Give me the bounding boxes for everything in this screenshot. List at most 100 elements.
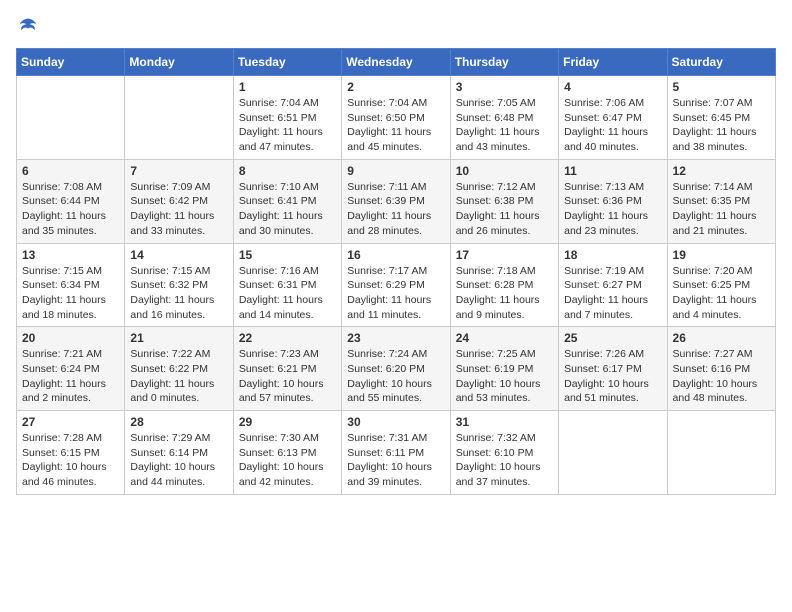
calendar-cell: 23 Sunrise: 7:24 AM Sunset: 6:20 PM Dayli…: [342, 327, 450, 411]
calendar-cell: 1 Sunrise: 7:04 AM Sunset: 6:51 PM Daylig…: [233, 76, 341, 160]
calendar-header-row: SundayMondayTuesdayWednesdayThursdayFrid…: [17, 49, 776, 76]
day-number: 11: [564, 164, 661, 178]
calendar-cell: 15 Sunrise: 7:16 AM Sunset: 6:31 PM Dayli…: [233, 243, 341, 327]
day-info: Sunrise: 7:30 AM Sunset: 6:13 PM Dayligh…: [239, 431, 336, 490]
day-number: 31: [456, 415, 553, 429]
day-info: Sunrise: 7:32 AM Sunset: 6:10 PM Dayligh…: [456, 431, 553, 490]
day-number: 12: [673, 164, 770, 178]
day-info: Sunrise: 7:07 AM Sunset: 6:45 PM Dayligh…: [673, 96, 770, 155]
day-info: Sunrise: 7:24 AM Sunset: 6:20 PM Dayligh…: [347, 347, 444, 406]
day-number: 25: [564, 331, 661, 345]
calendar-cell: 4Sunrise: 7:06 AM Sunset: 6:47 PM Daylig…: [559, 76, 667, 160]
calendar-cell: [17, 76, 125, 160]
day-info: Sunrise: 7:13 AM Sunset: 6:36 PM Dayligh…: [564, 180, 661, 239]
day-number: 16: [347, 248, 444, 262]
day-number: 27: [22, 415, 119, 429]
day-number: 8: [239, 164, 336, 178]
day-number: 5: [673, 80, 770, 94]
day-info: Sunrise: 7:15 AM Sunset: 6:32 PM Dayligh…: [130, 264, 227, 323]
day-info: Sunrise: 7:23 AM Sunset: 6:21 PM Dayligh…: [239, 347, 336, 406]
day-number: 3: [456, 80, 553, 94]
calendar-cell: 24 Sunrise: 7:25 AM Sunset: 6:19 PM Dayli…: [450, 327, 558, 411]
day-number: 7: [130, 164, 227, 178]
calendar-cell: 25 Sunrise: 7:26 AM Sunset: 6:17 PM Dayli…: [559, 327, 667, 411]
day-number: 17: [456, 248, 553, 262]
day-info: Sunrise: 7:18 AM Sunset: 6:28 PM Dayligh…: [456, 264, 553, 323]
page-header: [16, 16, 776, 36]
calendar-cell: 18Sunrise: 7:19 AM Sunset: 6:27 PM Dayli…: [559, 243, 667, 327]
day-info: Sunrise: 7:15 AM Sunset: 6:34 PM Dayligh…: [22, 264, 119, 323]
day-number: 19: [673, 248, 770, 262]
logo: [16, 16, 38, 36]
calendar-cell: 13 Sunrise: 7:15 AM Sunset: 6:34 PM Dayli…: [17, 243, 125, 327]
day-info: Sunrise: 7:04 AM Sunset: 6:51 PM Dayligh…: [239, 96, 336, 155]
day-number: 21: [130, 331, 227, 345]
day-of-week-header: Thursday: [450, 49, 558, 76]
day-of-week-header: Wednesday: [342, 49, 450, 76]
calendar-week-row: 13 Sunrise: 7:15 AM Sunset: 6:34 PM Dayli…: [17, 243, 776, 327]
calendar-cell: 29Sunrise: 7:30 AM Sunset: 6:13 PM Dayli…: [233, 411, 341, 495]
day-number: 23: [347, 331, 444, 345]
calendar-cell: 9Sunrise: 7:11 AM Sunset: 6:39 PM Daylig…: [342, 159, 450, 243]
day-info: Sunrise: 7:14 AM Sunset: 6:35 PM Dayligh…: [673, 180, 770, 239]
day-info: Sunrise: 7:17 AM Sunset: 6:29 PM Dayligh…: [347, 264, 444, 323]
day-info: Sunrise: 7:26 AM Sunset: 6:17 PM Dayligh…: [564, 347, 661, 406]
day-number: 2: [347, 80, 444, 94]
day-info: Sunrise: 7:28 AM Sunset: 6:15 PM Dayligh…: [22, 431, 119, 490]
day-info: Sunrise: 7:10 AM Sunset: 6:41 PM Dayligh…: [239, 180, 336, 239]
day-number: 10: [456, 164, 553, 178]
day-info: Sunrise: 7:09 AM Sunset: 6:42 PM Dayligh…: [130, 180, 227, 239]
calendar-cell: 14 Sunrise: 7:15 AM Sunset: 6:32 PM Dayli…: [125, 243, 233, 327]
day-info: Sunrise: 7:12 AM Sunset: 6:38 PM Dayligh…: [456, 180, 553, 239]
day-of-week-header: Tuesday: [233, 49, 341, 76]
day-info: Sunrise: 7:20 AM Sunset: 6:25 PM Dayligh…: [673, 264, 770, 323]
calendar-cell: 31 Sunrise: 7:32 AM Sunset: 6:10 PM Dayli…: [450, 411, 558, 495]
day-number: 22: [239, 331, 336, 345]
day-of-week-header: Sunday: [17, 49, 125, 76]
day-number: 28: [130, 415, 227, 429]
calendar-cell: [667, 411, 775, 495]
day-info: Sunrise: 7:25 AM Sunset: 6:19 PM Dayligh…: [456, 347, 553, 406]
calendar-cell: 3 Sunrise: 7:05 AM Sunset: 6:48 PM Daylig…: [450, 76, 558, 160]
calendar-cell: 22 Sunrise: 7:23 AM Sunset: 6:21 PM Dayli…: [233, 327, 341, 411]
day-number: 26: [673, 331, 770, 345]
calendar-cell: 7 Sunrise: 7:09 AM Sunset: 6:42 PM Daylig…: [125, 159, 233, 243]
day-info: Sunrise: 7:04 AM Sunset: 6:50 PM Dayligh…: [347, 96, 444, 155]
calendar-cell: 10 Sunrise: 7:12 AM Sunset: 6:38 PM Dayli…: [450, 159, 558, 243]
day-number: 30: [347, 415, 444, 429]
calendar-cell: 16 Sunrise: 7:17 AM Sunset: 6:29 PM Dayli…: [342, 243, 450, 327]
day-info: Sunrise: 7:22 AM Sunset: 6:22 PM Dayligh…: [130, 347, 227, 406]
calendar-cell: 30 Sunrise: 7:31 AM Sunset: 6:11 PM Dayli…: [342, 411, 450, 495]
calendar-cell: 17 Sunrise: 7:18 AM Sunset: 6:28 PM Dayli…: [450, 243, 558, 327]
day-info: Sunrise: 7:21 AM Sunset: 6:24 PM Dayligh…: [22, 347, 119, 406]
calendar-cell: 6 Sunrise: 7:08 AM Sunset: 6:44 PM Daylig…: [17, 159, 125, 243]
calendar-cell: 28Sunrise: 7:29 AM Sunset: 6:14 PM Dayli…: [125, 411, 233, 495]
day-number: 1: [239, 80, 336, 94]
day-number: 18: [564, 248, 661, 262]
calendar-week-row: 6 Sunrise: 7:08 AM Sunset: 6:44 PM Daylig…: [17, 159, 776, 243]
day-info: Sunrise: 7:08 AM Sunset: 6:44 PM Dayligh…: [22, 180, 119, 239]
day-number: 9: [347, 164, 444, 178]
day-info: Sunrise: 7:05 AM Sunset: 6:48 PM Dayligh…: [456, 96, 553, 155]
calendar-week-row: 27 Sunrise: 7:28 AM Sunset: 6:15 PM Dayli…: [17, 411, 776, 495]
day-of-week-header: Monday: [125, 49, 233, 76]
day-number: 13: [22, 248, 119, 262]
calendar-cell: 8 Sunrise: 7:10 AM Sunset: 6:41 PM Daylig…: [233, 159, 341, 243]
day-info: Sunrise: 7:16 AM Sunset: 6:31 PM Dayligh…: [239, 264, 336, 323]
day-number: 14: [130, 248, 227, 262]
calendar-cell: 21 Sunrise: 7:22 AM Sunset: 6:22 PM Dayli…: [125, 327, 233, 411]
calendar-cell: 2 Sunrise: 7:04 AM Sunset: 6:50 PM Daylig…: [342, 76, 450, 160]
calendar-week-row: 20Sunrise: 7:21 AM Sunset: 6:24 PM Dayli…: [17, 327, 776, 411]
day-number: 15: [239, 248, 336, 262]
calendar-cell: 19 Sunrise: 7:20 AM Sunset: 6:25 PM Dayli…: [667, 243, 775, 327]
day-number: 6: [22, 164, 119, 178]
calendar-cell: [125, 76, 233, 160]
calendar-week-row: 1 Sunrise: 7:04 AM Sunset: 6:51 PM Daylig…: [17, 76, 776, 160]
day-info: Sunrise: 7:31 AM Sunset: 6:11 PM Dayligh…: [347, 431, 444, 490]
logo-bird-icon: [18, 16, 38, 36]
day-number: 24: [456, 331, 553, 345]
calendar-cell: 20Sunrise: 7:21 AM Sunset: 6:24 PM Dayli…: [17, 327, 125, 411]
calendar-table: SundayMondayTuesdayWednesdayThursdayFrid…: [16, 48, 776, 495]
day-info: Sunrise: 7:06 AM Sunset: 6:47 PM Dayligh…: [564, 96, 661, 155]
calendar-cell: 26Sunrise: 7:27 AM Sunset: 6:16 PM Dayli…: [667, 327, 775, 411]
